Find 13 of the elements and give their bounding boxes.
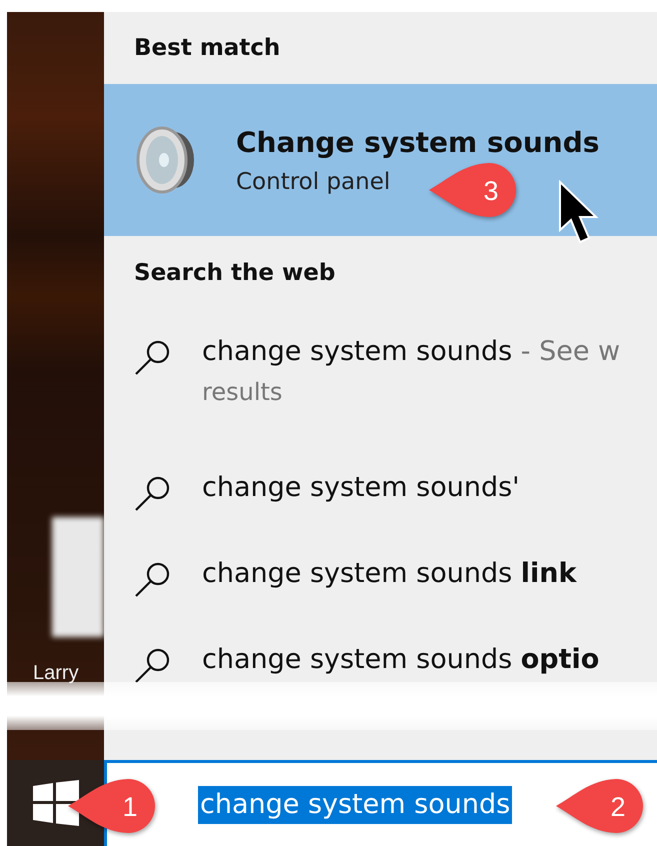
result-type: Control panel xyxy=(236,168,390,194)
search-suggestion[interactable]: change system sounds optio xyxy=(202,640,600,680)
windows-start-icon[interactable] xyxy=(32,780,78,826)
desktop-icon-label: Larry xyxy=(33,662,79,685)
suggestion-hint: results xyxy=(202,377,284,408)
section-heading: Search the web xyxy=(134,260,336,286)
section-heading: Best match xyxy=(134,35,280,61)
search-suggestion[interactable]: change system sounds' xyxy=(202,468,520,508)
document-icon[interactable] xyxy=(52,517,104,637)
search-suggestion[interactable]: change system sounds - See w xyxy=(202,332,620,372)
result-title: Change system sounds xyxy=(236,126,600,158)
search-suggestion[interactable]: change system sounds link xyxy=(202,554,576,594)
search-query: change system sounds xyxy=(198,786,512,824)
